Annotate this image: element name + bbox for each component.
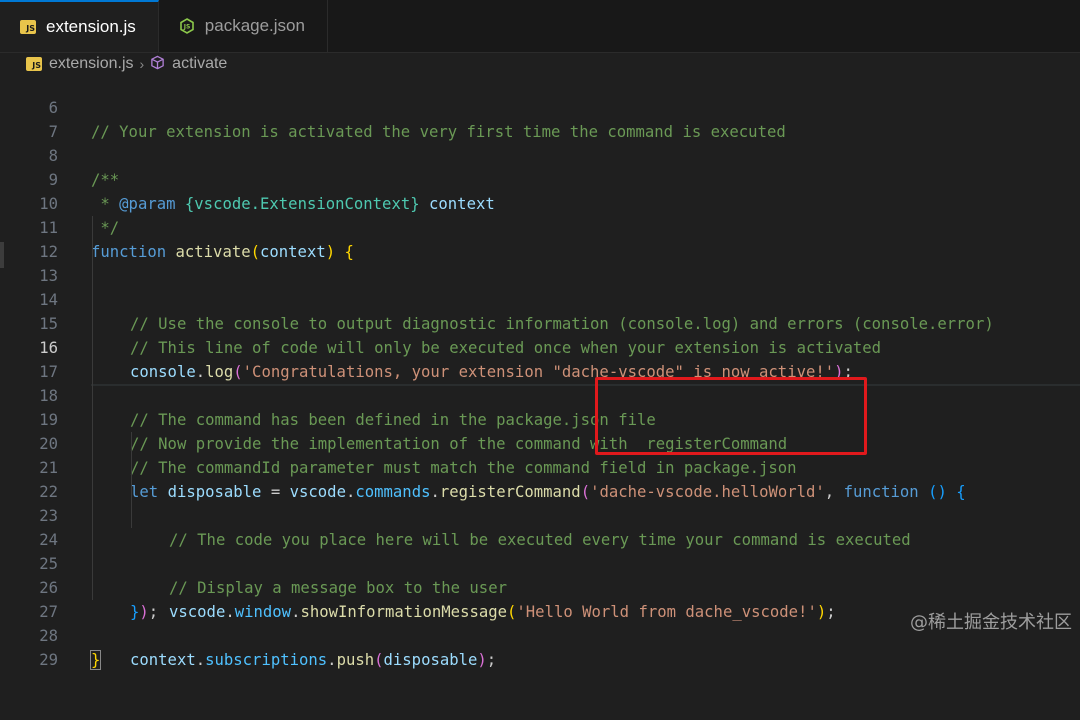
code-line-current: 16 <box>0 312 1080 386</box>
code-line: 22 <box>0 456 1080 501</box>
code-line: 13 // Use the console to output diagnost… <box>0 240 1080 333</box>
code-line: 20 let disposable = vscode.commands.regi… <box>0 408 1080 501</box>
code-line: 12 <box>0 216 1080 261</box>
svg-text:JS: JS <box>183 24 191 31</box>
indent-guide <box>131 480 132 504</box>
argument: disposable <box>383 651 478 669</box>
code-line: 25 }); <box>0 528 1080 621</box>
indent-guide <box>131 504 132 528</box>
indent-guide <box>92 432 93 456</box>
indent-guide <box>131 432 132 456</box>
indent-guide <box>92 288 93 312</box>
indent-guide <box>92 576 93 600</box>
breadcrumb-symbol[interactable]: activate <box>150 55 227 74</box>
code-line: 8 /** <box>0 120 1080 189</box>
tab-label: extension.js <box>46 17 136 36</box>
nodejs-icon: JS <box>179 18 195 34</box>
code-line: 24 vscode.window.showInformationMessage(… <box>0 504 1080 621</box>
js-file-icon: JS <box>26 57 42 71</box>
breadcrumb-file-label: extension.js <box>49 55 134 72</box>
indent-guide <box>131 456 132 480</box>
indent-guide <box>92 336 93 360</box>
editor-tab-bar: JS extension.js JS package.json <box>0 0 1080 53</box>
identifier: context <box>130 651 196 669</box>
line-number: 29 <box>39 651 58 669</box>
code-line: 6 // Your extension is activated the ver… <box>0 72 1080 141</box>
breadcrumb-file[interactable]: JS extension.js <box>26 55 134 73</box>
indent-guide <box>92 504 93 528</box>
indent-guide <box>92 360 93 384</box>
code-line: 18 // Now provide the implementation of … <box>0 360 1080 453</box>
indent-guide <box>92 240 93 264</box>
js-file-icon: JS <box>20 20 36 34</box>
code-line: 27 context.subscriptions.push(disposable… <box>0 576 1080 669</box>
indent-guide <box>92 384 93 408</box>
chevron-right-icon: › <box>139 56 145 72</box>
code-line: 17 // The command has been defined in th… <box>0 336 1080 429</box>
tab-extension-js[interactable]: JS extension.js <box>0 0 159 52</box>
indent-guide <box>92 480 93 504</box>
code-line: 9 * @param {vscode.ExtensionContext} con… <box>0 144 1080 213</box>
tab-label: package.json <box>204 16 305 35</box>
indent-guide <box>92 216 93 240</box>
code-line: 26 <box>0 552 1080 597</box>
code-line: 15 console.log('Congratulations, your ex… <box>0 288 1080 381</box>
code-line: 23 // Display a message box to the user <box>0 480 1080 597</box>
code-line: 21 // The code you place here will be ex… <box>0 432 1080 549</box>
indent-guide <box>92 528 93 552</box>
code-line: 7 <box>0 96 1080 141</box>
indent-guide <box>92 312 93 336</box>
indent-guide <box>92 264 93 288</box>
code-editor[interactable]: 6 // Your extension is activated the ver… <box>0 72 1080 670</box>
watermark: @稀土掘金技术社区 <box>910 612 1072 633</box>
code-line: 11 function activate(context) { <box>0 192 1080 261</box>
indent-guide <box>92 552 93 576</box>
indent-guide <box>92 408 93 432</box>
method-name: push <box>336 651 375 669</box>
method-cube-icon <box>150 55 165 74</box>
code-line: 10 */ <box>0 168 1080 237</box>
breadcrumb-symbol-label: activate <box>172 55 228 72</box>
code-line: 19 // The commandId parameter must match… <box>0 384 1080 477</box>
code-line: 14 // This line of code will only be exe… <box>0 264 1080 357</box>
indent-guide <box>92 456 93 480</box>
tab-package-json[interactable]: JS package.json <box>159 0 328 52</box>
property: subscriptions <box>205 651 328 669</box>
